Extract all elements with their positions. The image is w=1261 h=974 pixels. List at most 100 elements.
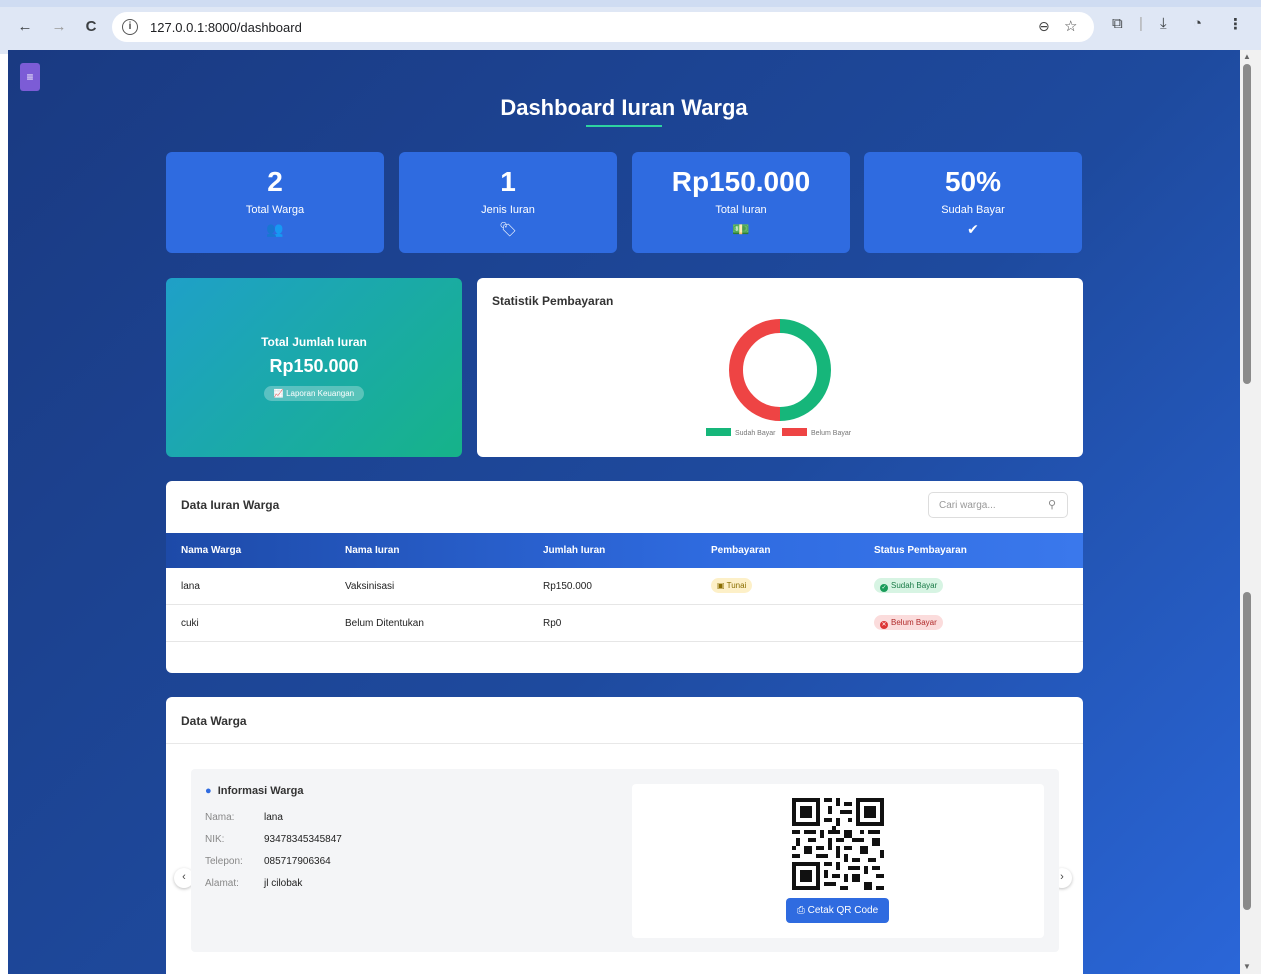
table-row[interactable]: cuki Belum Ditentukan Rp0 ✕ Belum Bayar <box>166 605 1083 642</box>
stat-label: Jenis Iuran <box>481 204 535 216</box>
stat-card-total-iuran: Rp150.000 Total Iuran 💵 <box>632 152 850 253</box>
cell-nama: lana <box>181 581 200 592</box>
site-info-icon[interactable]: i <box>122 19 138 35</box>
stat-label: Total Warga <box>245 204 305 216</box>
cell-nama: cuki <box>181 618 199 629</box>
donut-slice-sudah-bayar[interactable] <box>779 319 831 421</box>
zoom-icon[interactable]: ⊖ <box>1038 18 1050 35</box>
download-icon[interactable]: ⤓ <box>1160 15 1167 32</box>
check-circle-icon: ✓ <box>880 584 888 592</box>
scrollbar-thumb-secondary[interactable] <box>1243 592 1251 910</box>
statistik-pembayaran-card: Statistik Pembayaran Sudah Bayar Belum Ba… <box>477 278 1083 457</box>
user-circle-icon: ● <box>205 785 212 797</box>
x-circle-icon: ✕ <box>880 621 888 629</box>
qr-code-image <box>792 798 884 890</box>
total-iuran-card: Total Jumlah Iuran Rp150.000 📈 Laporan K… <box>166 278 462 457</box>
tag-icon: 🏷 <box>499 221 517 237</box>
cell-jumlah: Rp0 <box>543 618 562 629</box>
legend-label[interactable]: Belum Bayar <box>811 430 852 437</box>
informasi-warga-title: Informasi Warga <box>217 785 304 797</box>
field-label: Alamat: <box>205 878 239 889</box>
cetak-qr-code-button[interactable]: ⎙ Cetak QR Code <box>786 898 889 923</box>
donut-chart: Sudah Bayar Belum Bayar <box>706 319 852 437</box>
total-card-amount: Rp150.000 <box>269 356 359 376</box>
scroll-up-icon[interactable]: ▲ <box>1243 52 1251 61</box>
money-icon: 💵 <box>732 221 750 237</box>
forward-icon[interactable]: → <box>48 16 70 38</box>
bookmark-star-icon[interactable]: ☆ <box>1064 17 1077 35</box>
cell-jumlah: Rp150.000 <box>543 581 592 592</box>
page-title: Dashboard Iuran Warga <box>500 95 748 120</box>
field-label: NIK: <box>205 834 225 845</box>
legend-swatch[interactable] <box>782 428 807 436</box>
cell-iuran: Vaksinisasi <box>345 581 395 592</box>
field-value: lana <box>264 812 283 823</box>
profile-icon[interactable]: ◔ <box>1193 15 1202 32</box>
stat-label: Total Iuran <box>715 204 767 216</box>
users-icon: 👥 <box>266 221 284 237</box>
browser-menu-icon[interactable]: ⋮ <box>1228 15 1243 33</box>
column-header[interactable]: Status Pembayaran <box>874 545 967 556</box>
stat-value: 2 <box>267 166 283 197</box>
stat-card-total-warga: 2 Total Warga 👥 <box>166 152 384 253</box>
cetak-qr-code-label: Cetak QR Code <box>807 905 879 916</box>
chart-line-icon: 📈 <box>273 389 284 398</box>
search-box: ⚲ <box>928 492 1068 518</box>
stat-label: Sudah Bayar <box>941 204 1005 216</box>
status-label: Sudah Bayar <box>891 581 938 590</box>
title-underline <box>586 125 662 127</box>
status-badge: ✕ Belum Bayar <box>874 615 943 630</box>
field-value: 93478345345847 <box>264 834 342 845</box>
address-bar[interactable]: i 127.0.0.1:8000/dashboard ⊖ ☆ <box>112 12 1094 42</box>
scrollbar-thumb[interactable] <box>1243 64 1251 384</box>
legend-swatch[interactable] <box>706 428 731 436</box>
field-value: jl cilobak <box>264 878 303 889</box>
scroll-down-icon[interactable]: ▼ <box>1243 962 1251 971</box>
page-scrollbar[interactable]: ▲ ▼ <box>1240 50 1261 974</box>
informasi-warga-heading: ● Informasi Warga <box>205 785 304 797</box>
stat-value: 1 <box>500 166 516 197</box>
page-viewport: ≡ Dashboard Iuran Warga 2 Total Warga 👥 … <box>8 50 1240 974</box>
column-header[interactable]: Nama Warga <box>181 545 241 556</box>
toolbar-separator: | <box>1139 15 1143 32</box>
warga-card-title: Data Warga <box>181 714 247 728</box>
laporan-keuangan-button[interactable]: 📈 Laporan Keuangan <box>264 386 364 401</box>
status-label: Belum Bayar <box>891 618 937 627</box>
browser-tab-strip <box>0 0 1261 7</box>
informasi-warga-panel: ● Informasi Warga Nama: lana NIK: 934783… <box>191 769 1059 952</box>
extensions-icon[interactable]: ⧉ <box>1112 15 1123 32</box>
field-value: 085717906364 <box>264 856 331 867</box>
search-input[interactable] <box>929 493 1044 517</box>
laporan-keuangan-label: Laporan Keuangan <box>286 389 355 398</box>
column-header[interactable]: Nama Iuran <box>345 545 399 556</box>
qr-code-box: ⎙ Cetak QR Code <box>632 784 1044 938</box>
data-warga-card: Data Warga ‹ › ● Informasi Warga Nama: l… <box>166 697 1083 974</box>
total-card-title: Total Jumlah Iuran <box>261 335 367 349</box>
legend-label[interactable]: Sudah Bayar <box>735 430 776 437</box>
money-icon: ▣ <box>717 581 727 590</box>
cell-iuran: Belum Ditentukan <box>345 618 424 629</box>
search-icon[interactable]: ⚲ <box>1048 498 1056 511</box>
column-header[interactable]: Jumlah Iuran <box>543 545 605 556</box>
table-header: Nama Warga Nama Iuran Jumlah Iuran Pemba… <box>166 533 1083 568</box>
back-icon[interactable]: ← <box>14 16 36 38</box>
address-url[interactable]: 127.0.0.1:8000/dashboard <box>150 20 302 35</box>
reload-icon[interactable]: C <box>80 16 102 38</box>
sidebar-toggle-button[interactable]: ≡ <box>20 63 40 91</box>
stat-value: Rp150.000 <box>671 166 811 197</box>
status-badge: ✓ Sudah Bayar <box>874 578 944 593</box>
browser-toolbar: ← → C i 127.0.0.1:8000/dashboard ⊖ ☆ ⧉ |… <box>0 0 1261 54</box>
table-row[interactable]: lana Vaksinisasi Rp150.000 ▣ Tunai ✓ Suda… <box>166 568 1083 605</box>
donut-slice-belum-bayar[interactable] <box>729 319 781 421</box>
stat-card-jenis-iuran: 1 Jenis Iuran 🏷 <box>399 152 617 253</box>
printer-icon: ⎙ <box>796 905 805 916</box>
payment-label: Tunai <box>726 581 747 590</box>
check-circle-icon: ✔ <box>967 221 979 237</box>
divider <box>166 743 1083 744</box>
field-label: Nama: <box>205 812 235 823</box>
field-label: Telepon: <box>205 856 243 867</box>
payment-badge: ▣ Tunai <box>711 578 753 593</box>
column-header[interactable]: Pembayaran <box>711 545 770 556</box>
stat-card-sudah-bayar: 50% Sudah Bayar ✔ <box>864 152 1082 253</box>
iuran-table-title: Data Iuran Warga <box>181 498 280 512</box>
